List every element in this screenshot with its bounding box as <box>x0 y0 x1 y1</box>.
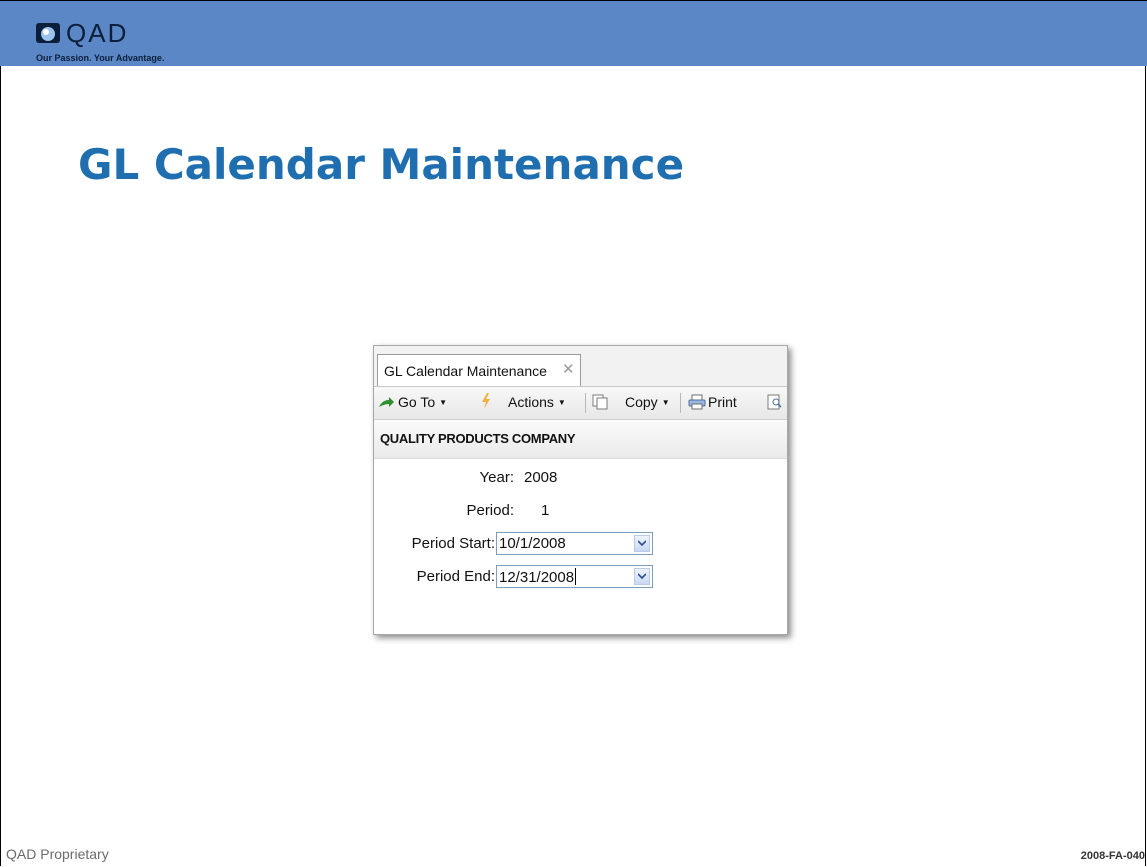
toolbar-divider <box>585 393 586 413</box>
period-start-value: 10/1/2008 <box>499 535 566 552</box>
actions-button[interactable]: Actions ▼ <box>508 394 566 410</box>
print-button[interactable]: Print <box>708 394 737 410</box>
copy-label: Copy <box>625 394 658 410</box>
company-name: QUALITY PRODUCTS COMPANY <box>380 431 576 446</box>
tab-label: GL Calendar Maintenance <box>384 363 547 379</box>
copy-icon <box>592 394 608 410</box>
close-icon[interactable]: ✕ <box>562 360 575 378</box>
preview-icon[interactable] <box>767 394 783 410</box>
chevron-down-icon <box>638 540 646 546</box>
actions-label: Actions <box>508 394 554 410</box>
year-label: Year: <box>479 469 514 486</box>
period-end-value: 12/31/2008 <box>499 569 575 586</box>
period-start-dropdown[interactable] <box>634 535 650 552</box>
period-end-value-wrap: 12/31/2008 <box>499 568 577 586</box>
tab-gl-calendar-maintenance[interactable]: GL Calendar Maintenance ✕ <box>377 354 581 386</box>
period-end-label: Period End: <box>416 568 495 585</box>
go-to-button[interactable]: Go To ▼ <box>398 394 447 410</box>
footer-slide-code: 2008-FA-040 <box>1080 850 1145 862</box>
header-bar: QAD Our Passion. Your Advantage. <box>0 0 1147 66</box>
tab-strip: GL Calendar Maintenance ✕ <box>374 346 787 387</box>
brand-name: QAD <box>66 18 129 48</box>
period-start-label: Period Start: <box>411 535 495 552</box>
period-label: Period: <box>466 502 514 519</box>
company-header: QUALITY PRODUCTS COMPANY <box>374 420 787 459</box>
chevron-down-icon: ▼ <box>439 398 448 407</box>
qad-logo-icon <box>36 23 60 43</box>
year-value: 2008 <box>524 469 558 486</box>
actions-lightning-icon <box>482 393 490 409</box>
chevron-down-icon: ▼ <box>557 398 566 407</box>
toolbar-divider <box>680 393 681 413</box>
app-window: GL Calendar Maintenance ✕ Go To ▼ Actions… <box>373 345 788 635</box>
copy-button[interactable]: Copy ▼ <box>625 394 670 410</box>
slide-title: GL Calendar Maintenance <box>78 140 685 189</box>
period-end-field[interactable]: 12/31/2008 <box>496 565 653 588</box>
period-end-dropdown[interactable] <box>634 568 650 585</box>
go-to-arrow-icon <box>379 397 394 407</box>
toolbar: Go To ▼ Actions ▼ Copy ▼ Print <box>374 387 787 420</box>
period-start-field[interactable]: 10/1/2008 <box>496 532 653 555</box>
chevron-down-icon: ▼ <box>661 398 670 407</box>
printer-icon <box>688 394 706 410</box>
brand-tagline: Our Passion. Your Advantage. <box>36 53 165 63</box>
footer-proprietary: QAD Proprietary <box>6 846 109 862</box>
go-to-label: Go To <box>398 394 436 410</box>
chevron-down-icon <box>638 573 646 579</box>
period-value: 1 <box>541 502 550 519</box>
text-cursor <box>575 568 577 585</box>
